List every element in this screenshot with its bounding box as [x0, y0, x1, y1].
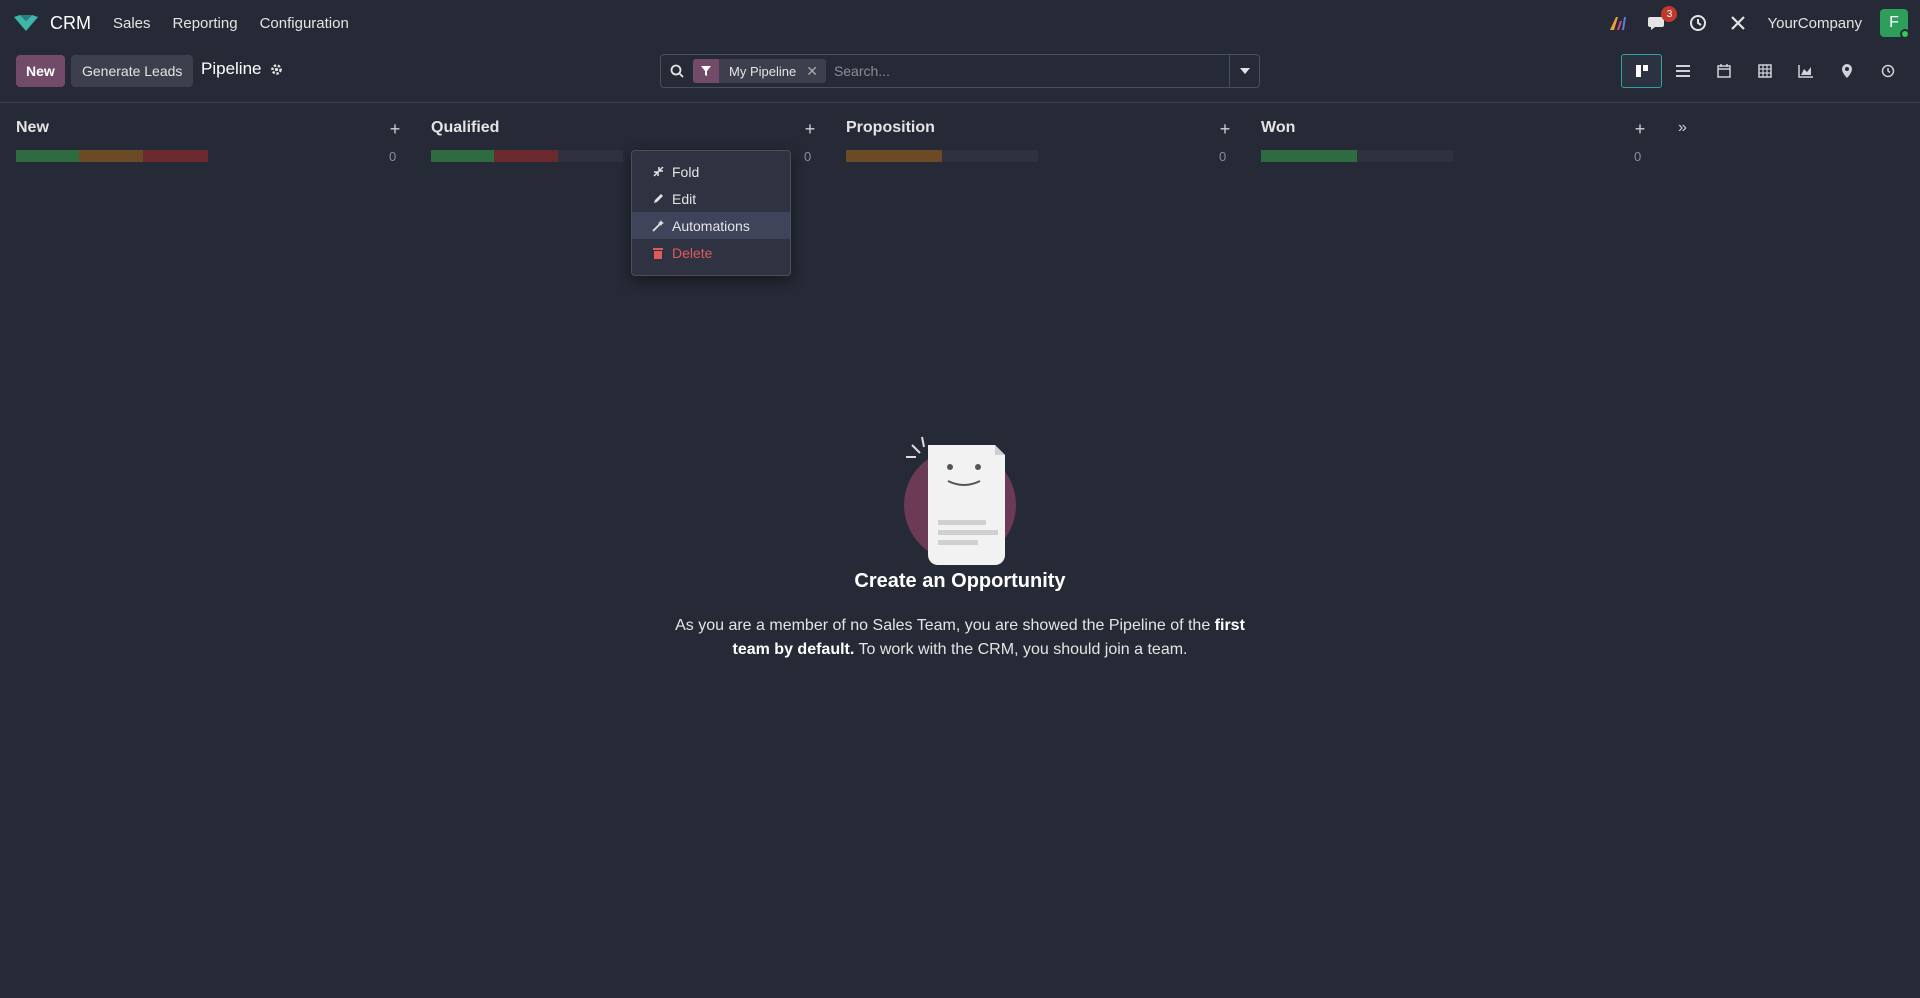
control-panel: New Generate Leads Pipeline My Pipeline …	[0, 46, 1920, 103]
edit-label: Edit	[672, 190, 697, 207]
empty-document-illustration	[904, 436, 1016, 565]
menu-sales[interactable]: Sales	[113, 15, 151, 32]
empty-state-description: As you are a member of no Sales Team, yo…	[660, 614, 1260, 662]
search-icon[interactable]	[661, 64, 693, 78]
delete-menu-item[interactable]: Delete	[632, 239, 790, 266]
column-count: 0	[1219, 149, 1227, 164]
avatar-letter: F	[1889, 14, 1899, 31]
search-bar: My Pipeline ✕	[660, 54, 1260, 88]
automations-label: Automations	[672, 217, 750, 234]
expand-folded-columns-icon[interactable]: »	[1678, 119, 1687, 137]
crm-logo-icon[interactable]	[12, 13, 40, 33]
app-name[interactable]: CRM	[50, 13, 91, 34]
magic-wand-icon	[652, 219, 664, 232]
progress-segment-green[interactable]	[431, 150, 495, 162]
progress-segment-red[interactable]	[142, 150, 208, 162]
chat-badge: 3	[1661, 6, 1678, 22]
progress-segment-green[interactable]	[16, 150, 80, 162]
column-progress-bar[interactable]	[1261, 150, 1453, 162]
empty-text-part-2: To work with the CRM, you should join a …	[854, 641, 1188, 658]
progress-segment-orange[interactable]	[846, 150, 942, 162]
quick-create-icon[interactable]: +	[800, 119, 820, 140]
graph-view-button[interactable]	[1785, 54, 1826, 88]
quick-create-icon[interactable]: +	[1630, 119, 1650, 140]
column-title[interactable]: Proposition	[846, 119, 935, 137]
calendar-icon	[1716, 64, 1731, 78]
column-progress-bar[interactable]	[431, 150, 623, 162]
delete-label: Delete	[672, 244, 713, 261]
trash-icon	[652, 247, 664, 259]
breadcrumb: Pipeline	[201, 59, 283, 79]
quick-create-icon[interactable]: +	[385, 119, 405, 140]
caret-down-icon	[1239, 68, 1250, 74]
filter-facet: My Pipeline ✕	[693, 59, 826, 83]
kanban-icon	[1635, 65, 1648, 77]
view-switcher	[1621, 54, 1908, 88]
column-progress-bar[interactable]	[846, 150, 1038, 162]
remove-facet-icon[interactable]: ✕	[806, 63, 826, 80]
ai-icon[interactable]	[1607, 12, 1629, 34]
new-button[interactable]: New	[16, 55, 65, 87]
column-count: 0	[1634, 149, 1642, 164]
search-input[interactable]	[833, 63, 1229, 79]
kanban-column-new: New + 0	[16, 103, 416, 164]
empty-text-part-1: As you are a member of no Sales Team, yo…	[675, 617, 1215, 634]
column-title[interactable]: Qualified	[431, 119, 499, 137]
user-avatar[interactable]: F	[1880, 9, 1910, 39]
kanban-column-proposition: Proposition + 0	[846, 103, 1246, 164]
company-switcher[interactable]: YourCompany	[1767, 15, 1862, 32]
facet-label: My Pipeline	[729, 63, 797, 79]
top-navbar: CRM Sales Reporting Configuration 3 Your…	[0, 0, 1920, 46]
list-view-button[interactable]	[1662, 54, 1703, 88]
progress-segment-orange[interactable]	[79, 150, 143, 162]
generate-leads-button[interactable]: Generate Leads	[71, 55, 194, 87]
quick-create-icon[interactable]: +	[1215, 119, 1235, 140]
map-view-button[interactable]	[1826, 54, 1867, 88]
column-count: 0	[389, 149, 397, 164]
list-icon	[1675, 65, 1690, 77]
column-config-dropdown: Fold Edit Automations Delete	[631, 150, 791, 276]
gear-icon[interactable]	[270, 63, 283, 76]
pencil-icon	[652, 193, 664, 204]
edit-menu-item[interactable]: Edit	[632, 185, 790, 212]
search-options-toggle[interactable]	[1229, 55, 1259, 87]
clock-icon	[1881, 64, 1894, 78]
kanban-column-won: Won + 0	[1261, 103, 1661, 164]
fold-icon	[652, 166, 664, 177]
activity-view-button[interactable]	[1867, 54, 1908, 88]
calendar-view-button[interactable]	[1703, 54, 1744, 88]
pivot-view-button[interactable]	[1744, 54, 1785, 88]
filter-icon	[693, 59, 719, 83]
menu-reporting[interactable]: Reporting	[173, 15, 238, 32]
tools-icon[interactable]	[1727, 12, 1749, 34]
table-icon	[1757, 64, 1772, 78]
fold-label: Fold	[672, 163, 700, 180]
column-count: 0	[804, 149, 812, 164]
clock-icon[interactable]	[1687, 12, 1709, 34]
chat-icon[interactable]: 3	[1647, 6, 1678, 34]
online-status-dot	[1900, 29, 1910, 39]
fold-menu-item[interactable]: Fold	[632, 158, 790, 185]
column-title[interactable]: New	[16, 119, 49, 137]
progress-segment-red[interactable]	[494, 150, 558, 162]
kanban-view-button[interactable]	[1621, 54, 1662, 88]
area-chart-icon	[1797, 65, 1813, 78]
map-pin-icon	[1841, 64, 1852, 78]
column-title[interactable]: Won	[1261, 119, 1295, 137]
breadcrumb-pipeline: Pipeline	[201, 59, 262, 78]
menu-configuration[interactable]: Configuration	[260, 15, 349, 32]
progress-segment-green[interactable]	[1261, 150, 1357, 162]
empty-state-title: Create an Opportunity	[854, 570, 1066, 592]
automations-menu-item[interactable]: Automations	[632, 212, 790, 239]
column-progress-bar[interactable]	[16, 150, 208, 162]
